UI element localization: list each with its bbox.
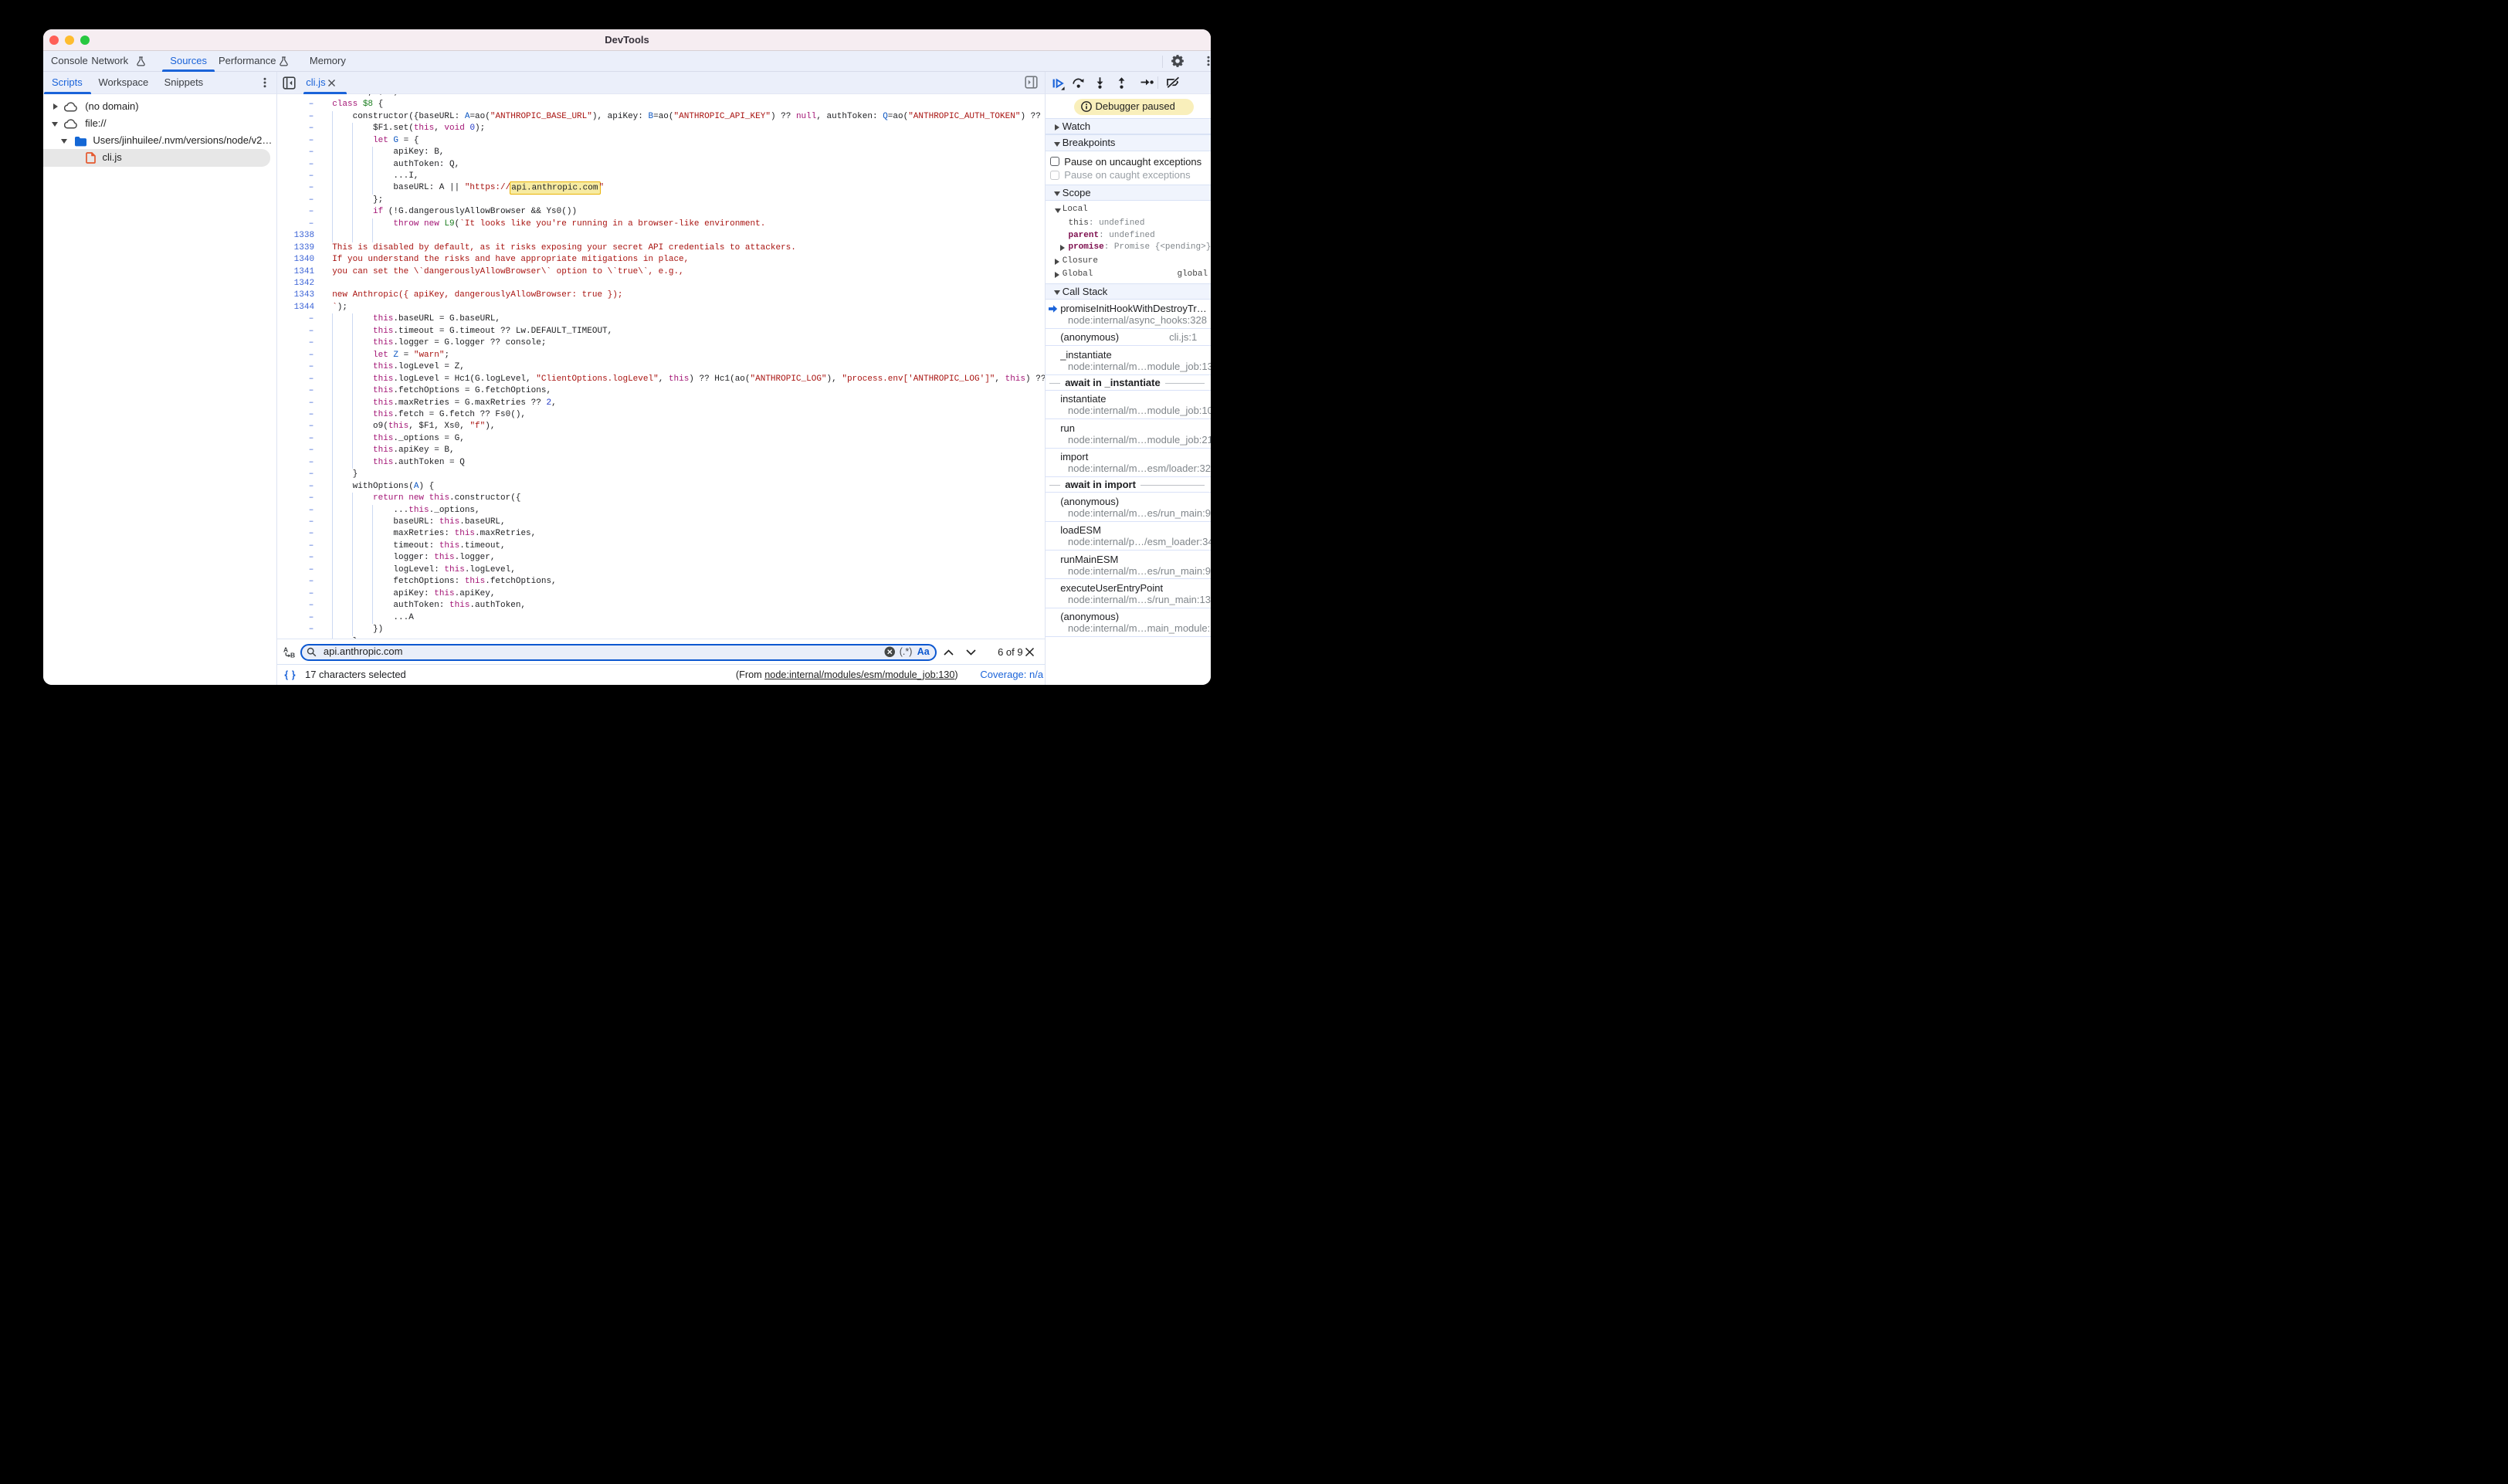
svg-text:A: A bbox=[283, 646, 288, 654]
svg-text:B: B bbox=[290, 651, 295, 658]
